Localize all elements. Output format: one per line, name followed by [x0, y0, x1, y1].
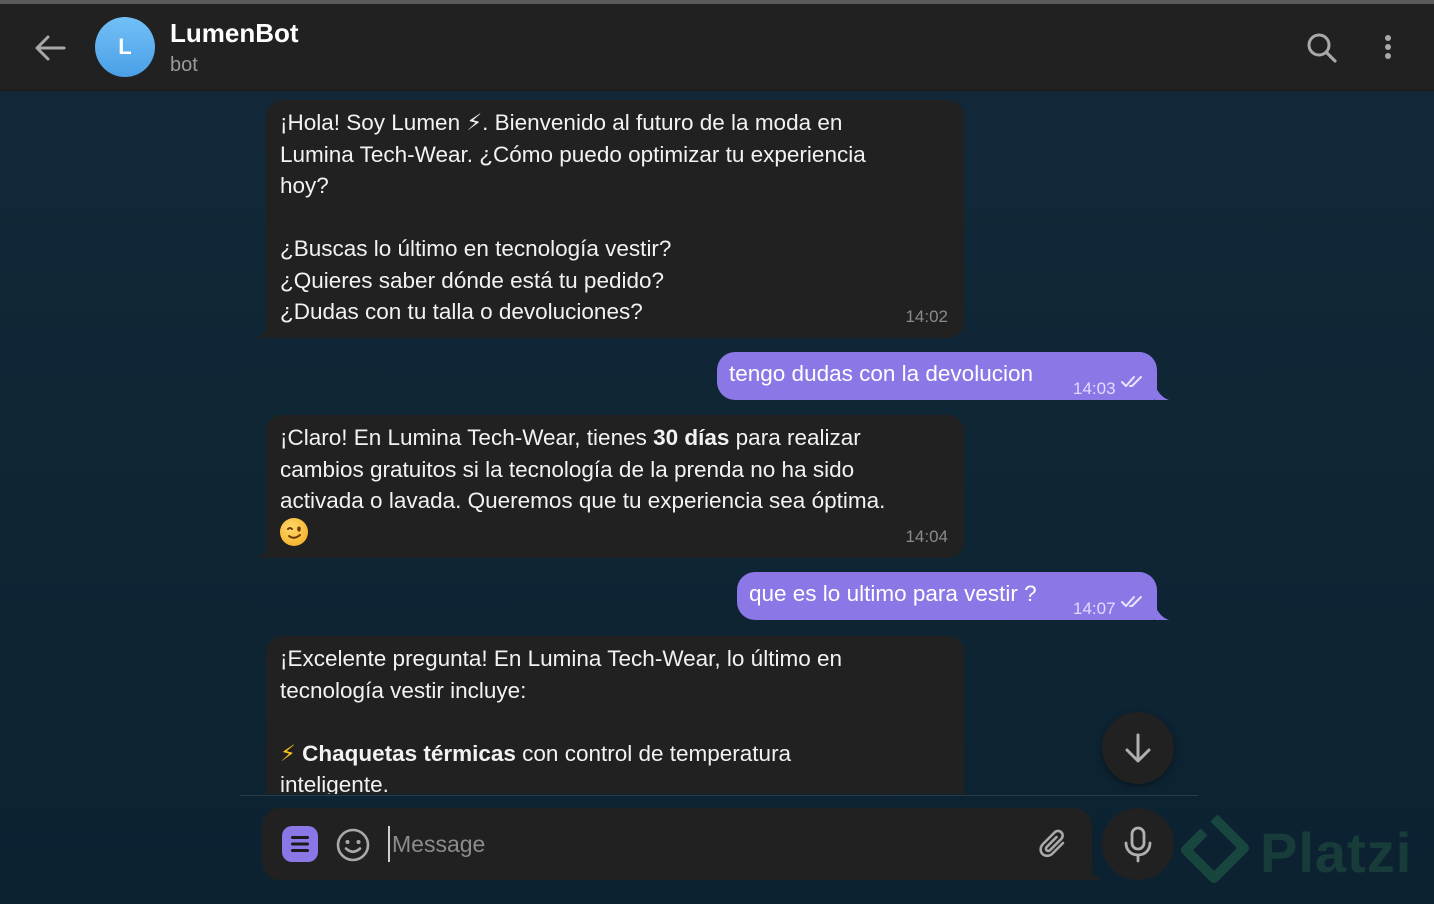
message-line: hoy? — [280, 173, 329, 198]
message-line: inteligente. — [280, 772, 389, 794]
message-line: cambios gratuitos si la tecnología de la… — [280, 456, 855, 482]
message-line: ⚡ Chaquetas térmicas con control de temp… — [280, 740, 792, 766]
emoji-button[interactable] — [334, 826, 372, 864]
message-time: 14:03 — [1073, 379, 1116, 398]
message-line: ¿Quieres saber dónde está tu pedido? — [280, 267, 665, 293]
message-line — [280, 517, 950, 549]
bubble-tail — [1088, 866, 1102, 880]
lightning-emoji: ⚡ — [280, 740, 296, 766]
double-check-icon — [1121, 596, 1142, 607]
chat-title[interactable]: LumenBot — [170, 18, 299, 49]
more-options-button[interactable] — [1372, 28, 1404, 68]
more-vertical-icon — [1385, 35, 1391, 59]
bubble-tail — [1155, 606, 1169, 620]
arrow-left-icon — [35, 35, 66, 61]
message-text: que es lo ultimo para vestir ? — [749, 581, 1037, 606]
bot-menu-icon — [291, 836, 309, 852]
message-time: 14:02 — [905, 306, 948, 326]
incoming-message[interactable]: ¡Hola! Soy Lumen ⚡. Bienvenido al futuro… — [266, 100, 964, 338]
message-line: tecnología vestir incluye: — [280, 677, 527, 703]
microphone-icon — [1124, 826, 1152, 863]
bubble-tail — [256, 324, 270, 338]
attach-button[interactable] — [1036, 826, 1072, 864]
voice-message-button[interactable] — [1102, 808, 1174, 880]
message-input[interactable] — [388, 826, 1014, 862]
back-button[interactable] — [28, 28, 72, 68]
outgoing-message[interactable]: tengo dudas con la devolucion 14:03 — [717, 352, 1157, 400]
message-time: 14:04 — [905, 526, 948, 546]
message-text: tengo dudas con la devolucion — [729, 361, 1033, 386]
message-line: ¡Claro! En Lumina Tech-Wear, tienes 30 d… — [280, 425, 861, 450]
platzi-watermark: Platzi — [1178, 812, 1434, 898]
message-line — [280, 202, 950, 234]
message-line: ¡Hola! Soy Lumen ⚡. Bienvenido al futuro… — [280, 110, 843, 135]
bubble-tail — [256, 544, 270, 558]
message-line: ¡Excelente pregunta! En Lumina Tech-Wear… — [280, 646, 842, 671]
bot-menu-button[interactable] — [282, 826, 318, 862]
message-line: activada o lavada. Queremos que tu exper… — [280, 488, 886, 513]
platzi-logo-icon — [1181, 814, 1249, 883]
search-button[interactable] — [1302, 28, 1342, 68]
incoming-message[interactable]: ¡Claro! En Lumina Tech-Wear, tienes 30 d… — [266, 415, 964, 558]
composer-divider — [240, 795, 1198, 796]
message-time: 14:07 — [1073, 599, 1116, 618]
smile-icon — [336, 828, 370, 862]
scroll-to-bottom-button[interactable] — [1102, 712, 1174, 784]
avatar[interactable]: L — [95, 17, 155, 77]
bubble-tail — [1155, 386, 1169, 400]
paperclip-icon — [1039, 829, 1065, 858]
search-icon — [1307, 33, 1337, 63]
arrow-down-icon — [1125, 733, 1151, 763]
outgoing-message[interactable]: que es lo ultimo para vestir ? 14:07 — [737, 572, 1157, 620]
message-list[interactable]: ¡Hola! Soy Lumen ⚡. Bienvenido al futuro… — [0, 90, 1434, 794]
chat-status: bot — [170, 54, 198, 76]
double-check-icon — [1121, 376, 1142, 387]
watermark-text: Platzi — [1260, 821, 1413, 884]
message-line: Lumina Tech-Wear. ¿Cómo puedo optimizar … — [280, 141, 866, 167]
message-line — [280, 706, 950, 738]
message-line: ¿Dudas con tu talla o devoluciones? — [280, 299, 643, 324]
message-line: ¿Buscas lo último en tecnología vestir? — [280, 236, 672, 261]
chat-header: L LumenBot bot — [0, 4, 1434, 91]
incoming-message[interactable]: ¡Excelente pregunta! En Lumina Tech-Wear… — [266, 636, 964, 794]
wink-emoji-icon — [280, 517, 308, 546]
